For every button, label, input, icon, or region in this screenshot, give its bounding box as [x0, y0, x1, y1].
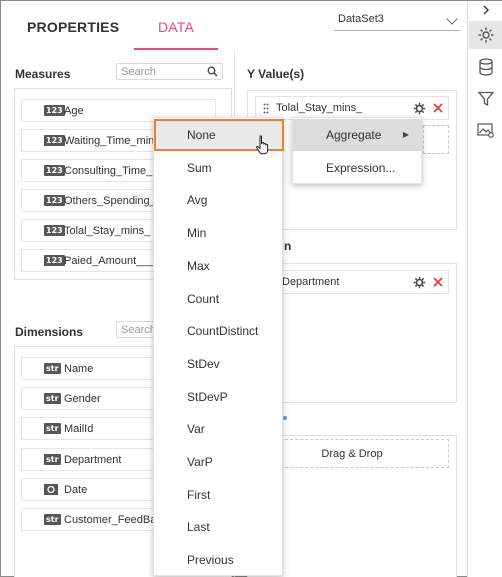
- database-icon: [478, 58, 493, 76]
- y-value-field-label: Tolal_Stay_mins_: [276, 102, 363, 114]
- side-toolbar: [467, 1, 502, 577]
- dimensions-field-label: Gender: [64, 393, 101, 406]
- menu-item-first[interactable]: First: [154, 479, 284, 511]
- gear-icon[interactable]: [413, 102, 426, 115]
- string-type-icon: str: [44, 393, 61, 405]
- close-icon[interactable]: [433, 277, 443, 287]
- search-icon: [207, 66, 218, 77]
- rail-settings-button[interactable]: [469, 21, 502, 49]
- dataset-select[interactable]: DataSet3: [334, 9, 460, 31]
- chevron-down-icon: [446, 13, 458, 25]
- measures-field-label: Age: [64, 105, 84, 117]
- measures-field-label: Paied_Amount___: [64, 255, 155, 267]
- aggregate-function-menu: None Sum Avg Min Max Count CountDistinct StDev S…: [153, 117, 284, 576]
- field-context-menu: Aggregate ▶ Expression...: [292, 117, 423, 184]
- dimensions-field-label: Name: [64, 363, 94, 375]
- caret-right-icon: ▶: [402, 130, 409, 139]
- dimensions-field-label: Department: [64, 453, 122, 466]
- column-field-pill[interactable]: Department: [255, 270, 449, 294]
- y-values-title: Y Value(s): [247, 67, 305, 81]
- number-type-icon: 123: [44, 225, 65, 236]
- menu-item-var[interactable]: Var: [154, 413, 284, 445]
- menu-item-min[interactable]: Min: [154, 217, 284, 249]
- menu-item-count[interactable]: Count: [154, 283, 284, 315]
- image-settings-icon: [476, 123, 494, 138]
- dataset-selected-label: DataSet3: [338, 13, 384, 25]
- menu-item-countdistinct[interactable]: CountDistinct: [154, 315, 284, 347]
- y-values-drop-placeholder[interactable]: [423, 125, 449, 154]
- column-title: n: [284, 239, 292, 253]
- rail-data-button[interactable]: [469, 53, 502, 81]
- dimensions-field-label: Date: [64, 483, 88, 496]
- menu-item-previous[interactable]: Previous: [154, 544, 284, 576]
- gear-icon[interactable]: [413, 276, 426, 289]
- dimensions-field-label: Customer_FeedBack: [64, 514, 168, 526]
- menu-item-stdev[interactable]: StDev: [154, 348, 284, 380]
- drag-drop-placeholder[interactable]: Drag & Drop: [255, 439, 449, 468]
- tab-active-indicator: [134, 48, 218, 50]
- number-type-icon: 123: [44, 195, 65, 206]
- menu-item-sum[interactable]: Sum: [154, 152, 284, 184]
- filter-icon: [477, 91, 494, 107]
- dimensions-field-label: MailId: [64, 423, 94, 436]
- tab-data[interactable]: DATA: [158, 19, 194, 35]
- tab-properties[interactable]: PROPERTIES: [27, 19, 119, 35]
- menu-item-avg[interactable]: Avg: [154, 184, 284, 216]
- menu-item-aggregate-label: Aggregate: [326, 128, 382, 142]
- collapse-panel-button[interactable]: [469, 1, 502, 19]
- rail-image-settings-button[interactable]: [469, 117, 502, 145]
- string-type-icon: str: [44, 514, 61, 525]
- menu-item-expression-label: Expression...: [326, 161, 396, 175]
- dimensions-search-input[interactable]: Search: [116, 321, 156, 338]
- window-frame: PROPERTIES DATA DataSet3 Measures Search…: [0, 0, 502, 577]
- number-type-icon: 123: [44, 135, 65, 146]
- string-type-icon: str: [44, 363, 61, 374]
- menu-item-varp[interactable]: VarP: [154, 446, 284, 478]
- close-icon[interactable]: [433, 103, 443, 113]
- measures-field-label: Waiting_Time_mins: [64, 135, 160, 147]
- dimensions-search-placeholder: Search: [121, 324, 156, 336]
- menu-item-aggregate[interactable]: Aggregate ▶: [293, 119, 423, 151]
- drag-handle-icon[interactable]: [263, 103, 269, 114]
- number-type-icon: 123: [44, 255, 65, 266]
- number-type-icon: 123: [44, 165, 65, 176]
- dimensions-title: Dimensions: [15, 325, 84, 339]
- measures-search-placeholder: Search: [121, 66, 156, 78]
- number-type-icon: 123: [44, 105, 65, 116]
- menu-item-stdevp[interactable]: StDevP: [154, 381, 284, 413]
- menu-item-last[interactable]: Last: [154, 511, 284, 543]
- menu-item-max[interactable]: Max: [154, 250, 284, 282]
- measures-title: Measures: [15, 67, 71, 81]
- menu-item-expression[interactable]: Expression...: [293, 152, 423, 184]
- dataset-underline: [334, 30, 460, 31]
- rail-filter-button[interactable]: [469, 85, 502, 113]
- column-field-label: Department: [282, 276, 340, 288]
- date-type-icon: [44, 483, 58, 495]
- chevron-right-icon: [483, 5, 489, 15]
- gear-icon: [478, 27, 493, 43]
- string-type-icon: str: [44, 453, 61, 465]
- string-type-icon: str: [44, 423, 61, 435]
- hand-cursor-icon: [256, 135, 269, 155]
- measures-field-label: Tolal_Stay_mins_: [64, 225, 151, 237]
- measures-search-input[interactable]: Search: [116, 63, 223, 80]
